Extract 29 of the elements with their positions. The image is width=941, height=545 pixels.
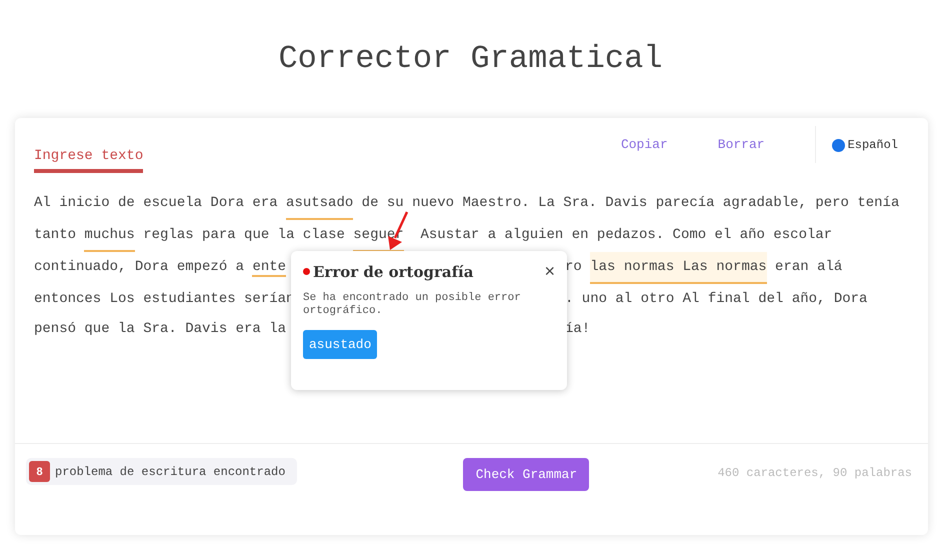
text-fragment: ía! [565,320,590,339]
popup-message: Se ha encontrado un posible error ortográfico. [303,292,522,318]
error-dot-icon [303,268,310,275]
action-link[interactable]: Copiar [620,137,668,152]
language-dot-icon [832,138,845,152]
text-fragment: pensó que la Sra. Davis era la [34,321,286,337]
issue-label: problema de escritura encontrado [55,464,286,478]
text-fragment: eran alá [774,258,842,277]
page-title: Corrector Gramatical [277,39,664,78]
input-tab[interactable]: Ingrese texto [34,118,144,173]
issue-count: 8 [29,461,50,482]
check-grammar-button[interactable]: Check Grammar [463,458,590,491]
action-link[interactable]: Borrar [718,137,765,152]
text-stats: 460 caracteres, 90 palabras [718,466,912,480]
text-fragment: ro [565,258,583,277]
close-button[interactable]: × [544,261,555,282]
popup-title: Error de ortografía [313,262,474,280]
text-fragment: de su nuevo Maestro. La Sra. Davis parecía agradable, pero tenía [360,194,900,213]
text-fragment: . uno al otro Al final del año, Dora [565,290,868,309]
flagged-word[interactable]: las normas Las normas [590,252,767,284]
text-fragment: Al inicio de escuela Dora era [34,194,279,213]
text-fragment: continuado, Dora empezó a [34,259,246,275]
flagged-word[interactable]: muchus [84,220,135,252]
flagged-word[interactable]: asutsado [286,188,354,220]
text-fragment: tanto [34,226,78,245]
text-fragment: reglas para que la clase [142,226,346,245]
text-fragment: Asustar a alguien en pedazos. Como el año escolar [420,226,832,245]
language-label[interactable]: Español [848,138,898,152]
flagged-word[interactable]: ente [252,259,286,277]
